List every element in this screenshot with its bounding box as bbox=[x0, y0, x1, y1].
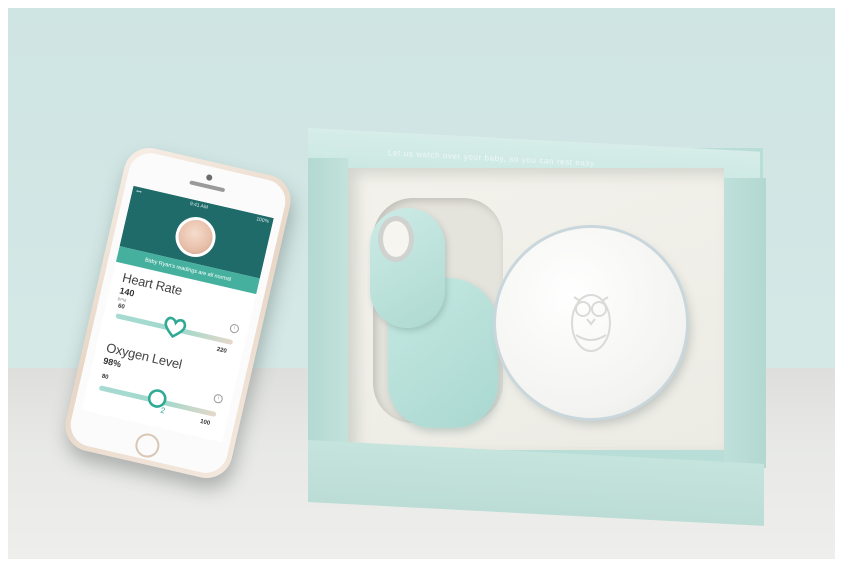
speaker-grille bbox=[189, 180, 226, 193]
baby-avatar[interactable] bbox=[171, 213, 220, 261]
packaging-tray bbox=[348, 168, 724, 450]
info-icon[interactable]: i bbox=[229, 323, 240, 334]
o2-icon: 2 bbox=[147, 389, 167, 415]
heart-icon bbox=[164, 316, 187, 338]
base-station bbox=[496, 228, 686, 418]
heart-rate-unit: BPM bbox=[117, 296, 127, 303]
lid-text: Let us watch over your baby, so you can … bbox=[388, 148, 595, 169]
svg-text:2: 2 bbox=[160, 406, 167, 415]
product-photo: Let us watch over your baby, so you can … bbox=[8, 8, 835, 559]
home-button[interactable] bbox=[133, 431, 162, 460]
battery-level: 100% bbox=[255, 216, 270, 226]
heart-rate-high: 220 bbox=[216, 346, 228, 355]
box-right-wall bbox=[724, 178, 766, 468]
heart-rate-low: 60 bbox=[117, 303, 126, 311]
camera-icon bbox=[205, 173, 213, 182]
info-icon[interactable]: i bbox=[212, 393, 224, 405]
oxygen-high: 100 bbox=[199, 418, 211, 427]
owl-logo bbox=[571, 294, 611, 352]
sensor-ring bbox=[378, 216, 414, 262]
status-time: 9:41 AM bbox=[189, 200, 209, 211]
signal-icon: ••• bbox=[135, 188, 143, 196]
oxygen-low: 80 bbox=[101, 373, 109, 381]
box-left-wall bbox=[308, 158, 348, 450]
